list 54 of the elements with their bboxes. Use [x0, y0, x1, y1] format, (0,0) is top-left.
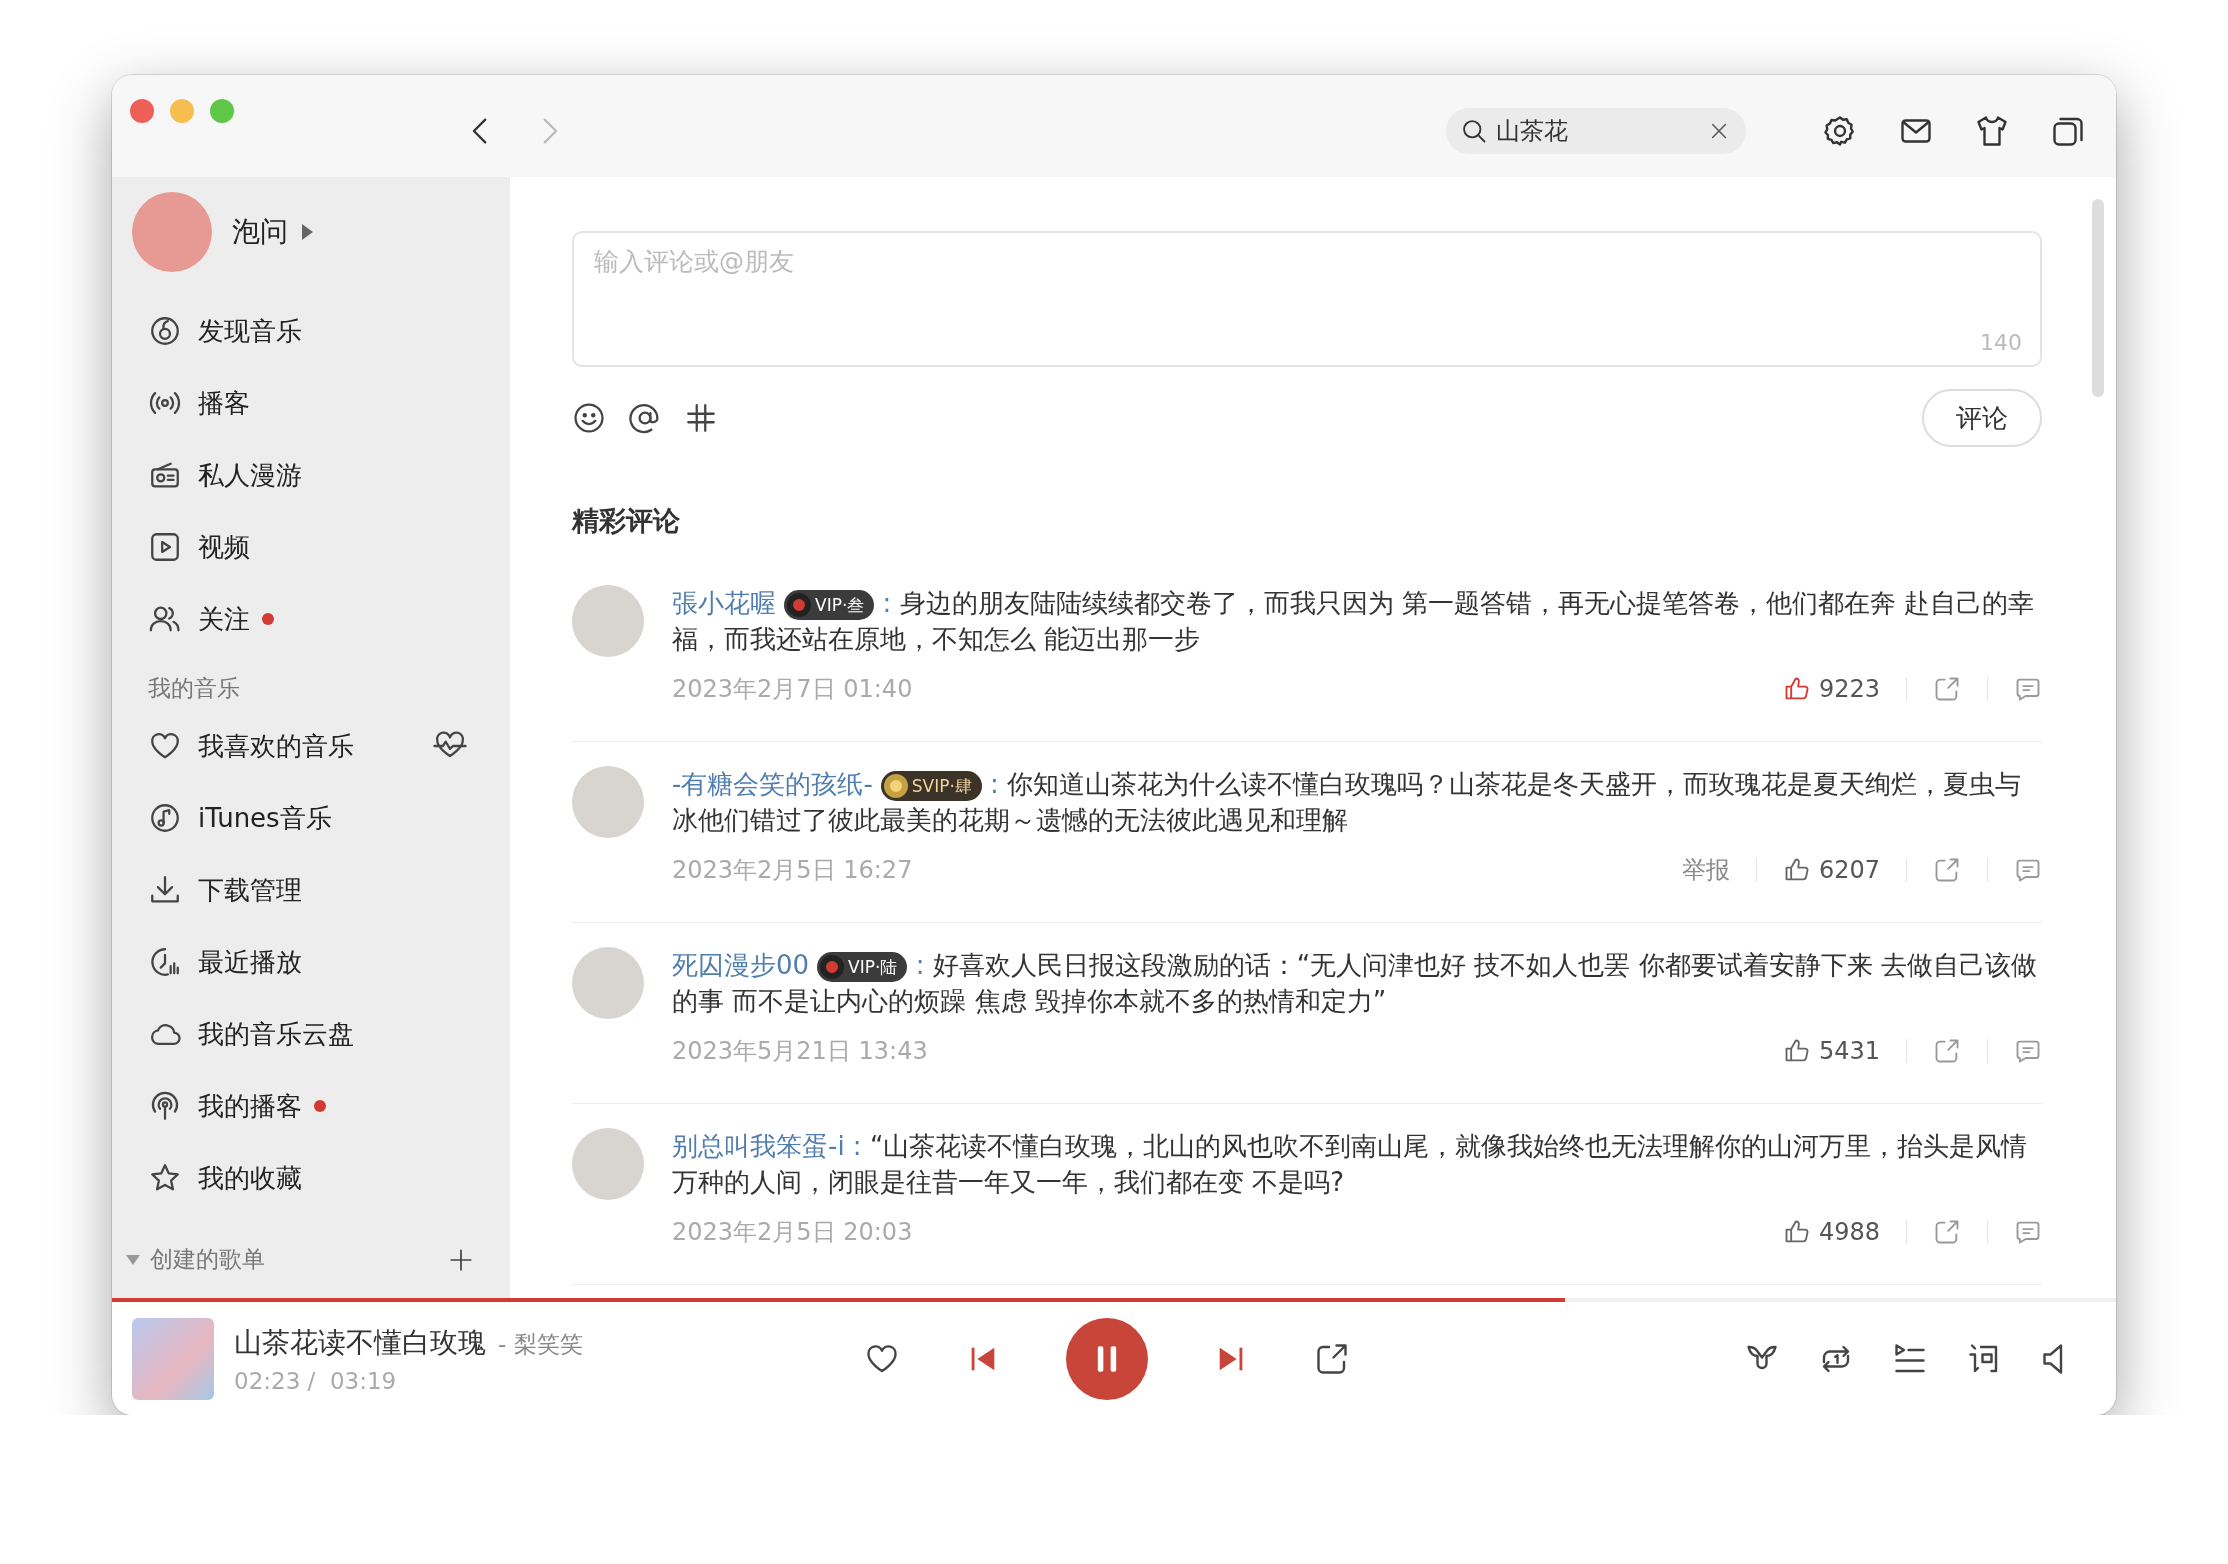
- sidebar-item[interactable]: 关注: [112, 583, 510, 655]
- sidebar-item[interactable]: iTunes音乐: [112, 782, 510, 854]
- sidebar-item[interactable]: 私人漫游: [112, 439, 510, 511]
- vip-badge: VIP·陆: [817, 951, 908, 982]
- sidebar-item[interactable]: 播客: [112, 367, 510, 439]
- timestamp: 2023年2月5日 20:03: [672, 1217, 913, 1248]
- comment-text: -有糖会笑的孩纸- SVIP·肆 : 你知道山茶花为什么读不懂白玫瑰吗？山茶花是冬天盛开，而玫瑰花是夏天绚烂，夏虫与冰他们错过了彼此最美的花期～遗憾的无法彼此遇见和理解: [672, 768, 2023, 837]
- user-name[interactable]: 泡问: [232, 213, 288, 251]
- section-title[interactable]: 创建的歌单: [150, 1244, 265, 1275]
- character-counter: 140: [1980, 330, 2022, 355]
- user-link[interactable]: 别总叫我笨蛋-i: [672, 1131, 845, 1161]
- disc-icon: [148, 314, 182, 348]
- like-button[interactable]: 6207: [1782, 856, 1880, 884]
- music-note-icon: [148, 801, 182, 835]
- scrollbar[interactable]: [2092, 199, 2104, 397]
- shirt-icon[interactable]: [1974, 113, 2010, 149]
- sidebar-item[interactable]: 我的收藏: [112, 1142, 510, 1214]
- vip-badge: SVIP·肆: [880, 770, 982, 801]
- comment-text: 死囚漫步00 VIP·陆 : 好喜欢人民日报这段激励的话：“无人问津也好 技不如人也罢 你都要试着安静下来 去做自己该做的事 而不是让内心的烦躁 焦虑 毁掉你本就不多的热情和定力”: [672, 949, 2038, 1018]
- section-title: 我的音乐: [147, 674, 241, 703]
- user-link[interactable]: 死囚漫步00: [672, 950, 810, 980]
- hash-icon[interactable]: [684, 401, 718, 435]
- like-button[interactable]: 9223: [1782, 675, 1880, 703]
- play-icon: [148, 530, 182, 564]
- vip-badge: VIP·叁: [784, 589, 875, 620]
- playback-time: 02:23 / 03:19: [234, 1367, 398, 1394]
- like-button[interactable]: 5431: [1782, 1037, 1880, 1065]
- progress-bar[interactable]: [112, 1298, 2116, 1302]
- caret-icon[interactable]: [302, 224, 313, 240]
- emoji-icon[interactable]: [572, 401, 606, 435]
- timestamp: 2023年2月7日 01:40: [672, 674, 913, 705]
- sidebar-item[interactable]: 我的音乐云盘: [112, 998, 510, 1070]
- like-button[interactable]: 4988: [1782, 1218, 1880, 1246]
- timestamp: 2023年2月5日 16:27: [672, 855, 913, 886]
- window-control[interactable]: [130, 99, 154, 123]
- artist-name[interactable]: - 梨笑笑: [498, 1328, 583, 1360]
- sidebar-item[interactable]: 最近播放: [112, 926, 510, 998]
- song-title[interactable]: 山茶花读不懂白玫瑰: [234, 1323, 486, 1362]
- sidebar-item[interactable]: 我喜欢的音乐: [112, 710, 510, 782]
- sidebar-item[interactable]: 视频: [112, 511, 510, 583]
- comment-text: 張小花喔 VIP·叁 : 身边的朋友陆陆续续都交卷了，而我只因为 第一题答错，再无心提笔答卷，他们都在奔 赴自己的幸福，而我还站在原地，不知怎么 能迈出那一步: [672, 587, 2036, 656]
- section-title: 精彩评论: [572, 504, 681, 538]
- clock-icon: [148, 945, 182, 979]
- comment-text: 别总叫我笨蛋-i : “山茶花读不懂白玫瑰，北山的风也吹不到南山尾，就像我始终也无法理解你的山河万里，抬头是风情万种的人间，闭眼是往昔一年又一年，我们都在变 不是吗?: [672, 1130, 2029, 1199]
- report-link[interactable]: 举报: [1681, 854, 1730, 886]
- timestamp: 2023年5月21日 13:43: [672, 1036, 928, 1067]
- comment-button[interactable]: 评论: [1922, 389, 2042, 447]
- sidebar-item[interactable]: 发现音乐: [112, 295, 510, 367]
- sidebar-item[interactable]: 我的播客: [112, 1070, 510, 1142]
- search-field[interactable]: 山茶花: [1446, 108, 1746, 154]
- search-icon: [1460, 117, 1488, 145]
- user-link[interactable]: -有糖会笑的孩纸-: [672, 769, 873, 799]
- user-link[interactable]: 張小花喔: [672, 588, 776, 618]
- sidebar-item[interactable]: 下载管理: [112, 854, 510, 926]
